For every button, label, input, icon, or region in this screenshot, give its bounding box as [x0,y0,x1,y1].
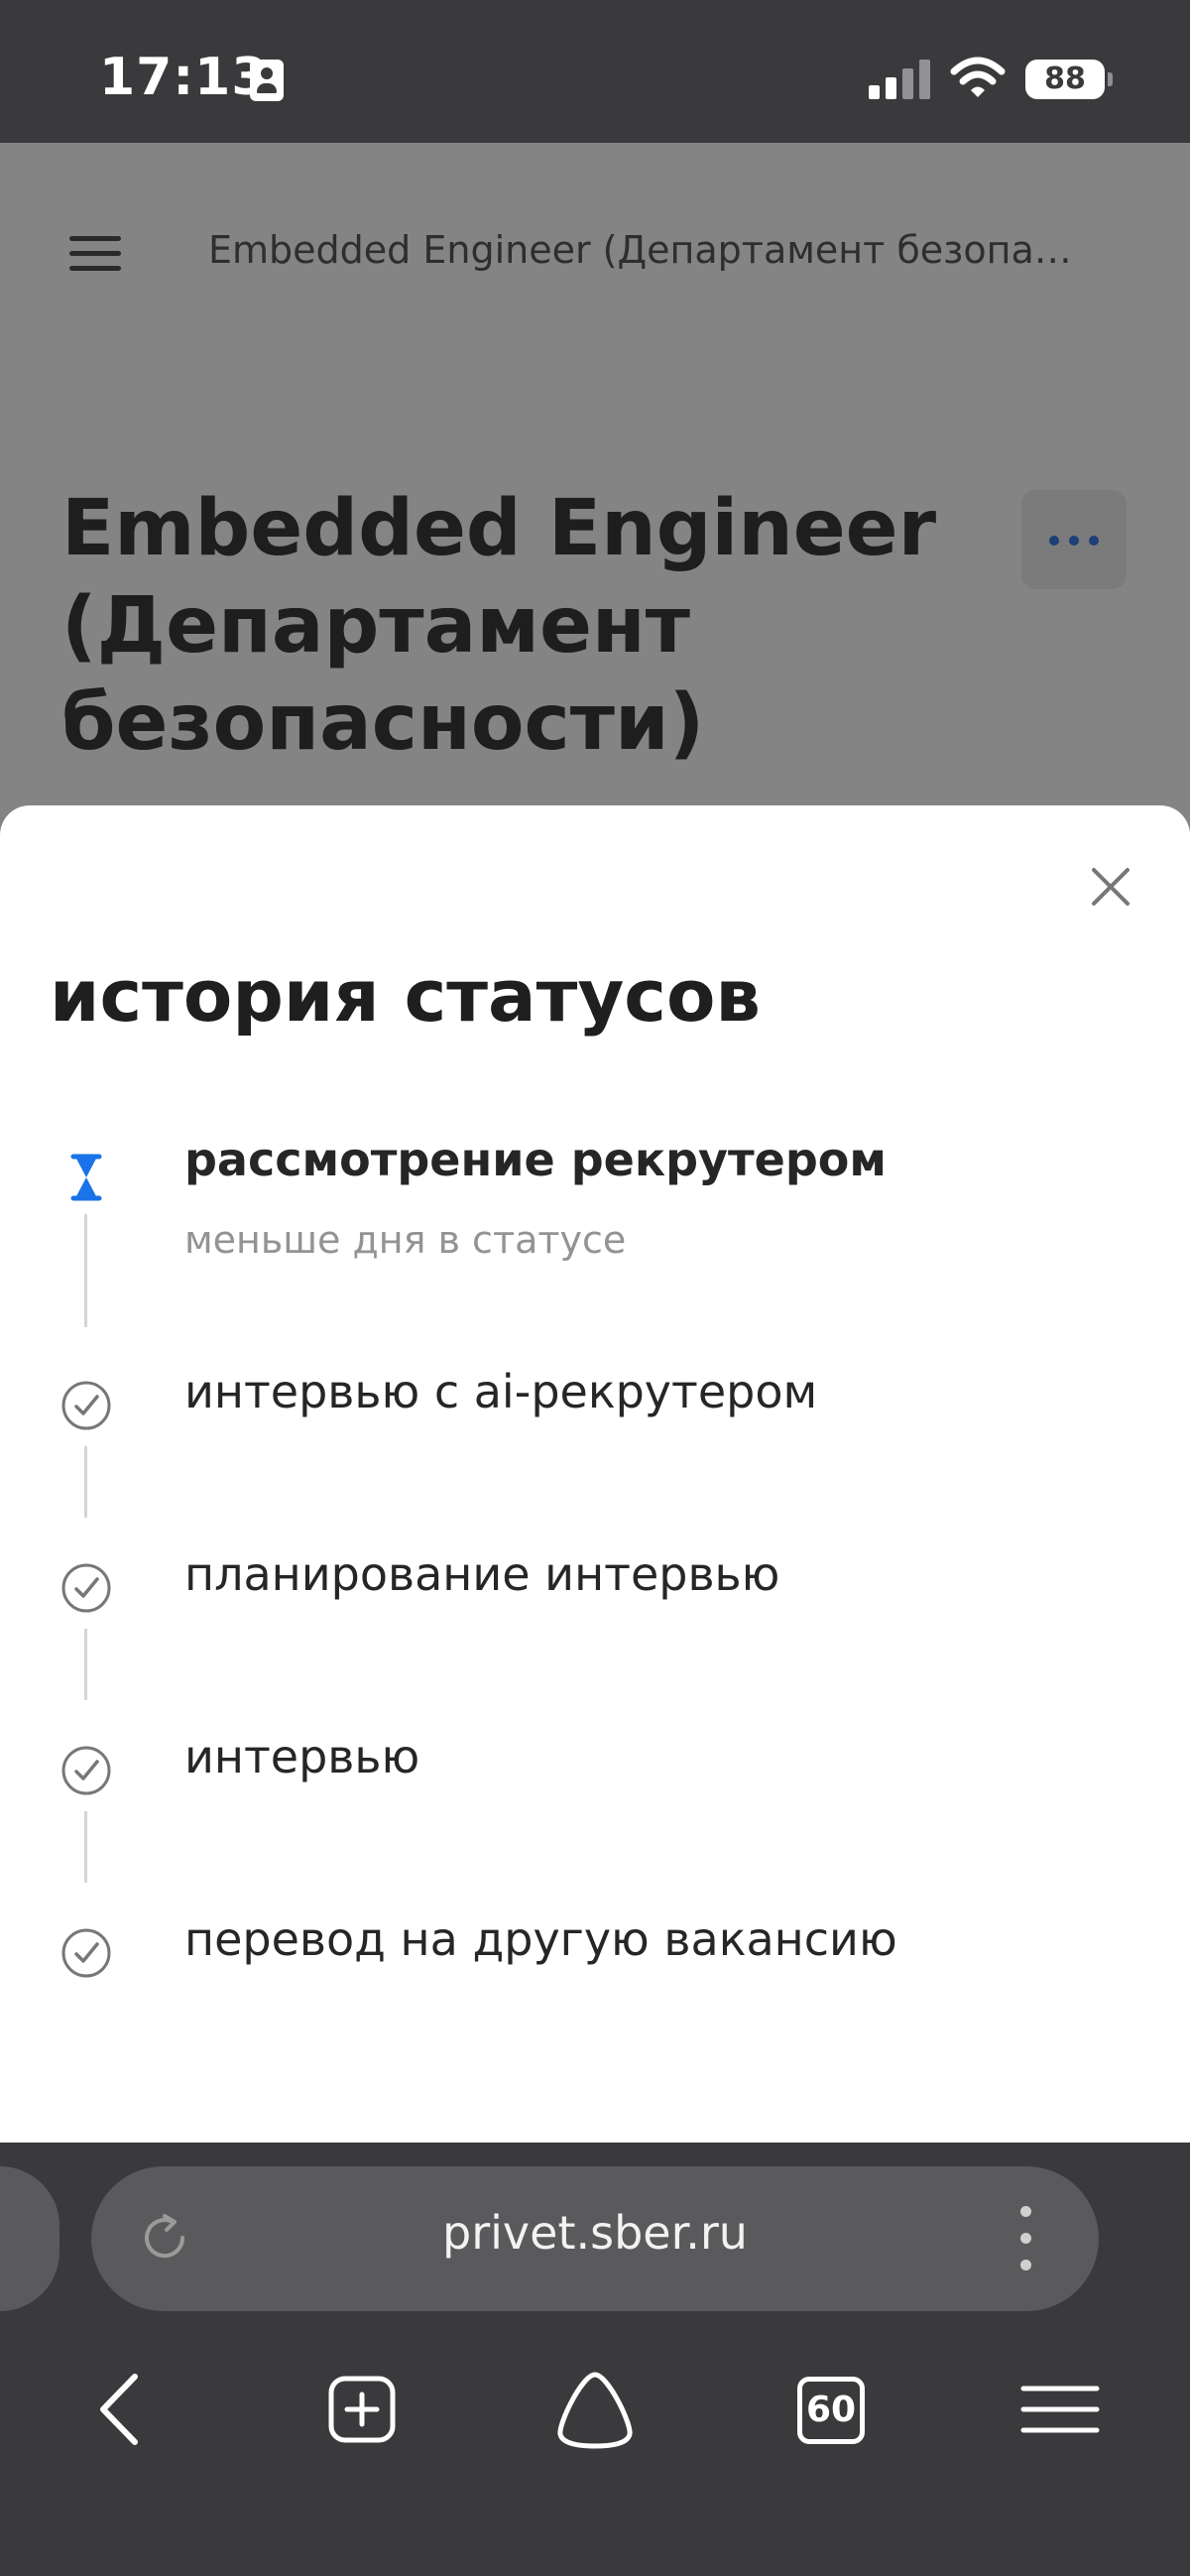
hamburger-menu-icon[interactable] [69,232,125,276]
more-horizontal-icon [1069,536,1079,546]
timeline-connector [84,1446,87,1518]
cellular-signal-icon [869,58,930,99]
check-circle-icon [61,1381,111,1430]
contact-card-icon [250,60,284,101]
new-tab-icon[interactable] [317,2365,407,2454]
kebab-menu-icon[interactable] [1015,2204,1035,2273]
timeline-connector [84,1811,87,1883]
status-label: рассмотрение рекрутером [184,1133,887,1186]
check-circle-icon [61,1928,111,1978]
address-bar[interactable]: privet.sber.ru [91,2166,1099,2311]
check-circle-icon [61,1746,111,1795]
back-icon[interactable] [79,2365,169,2454]
wifi-icon [950,57,1006,97]
menu-icon[interactable] [1015,2365,1105,2454]
status-bar: 17:13 88 [0,0,1190,143]
page-title-line: Embedded Engineer [61,484,937,573]
battery-icon: 88 [1025,60,1113,99]
status-label: перевод на другую вакансию [184,1912,897,1966]
header-title: Embedded Engineer (Департамент безопа… [208,228,1072,272]
check-circle-icon [61,1563,111,1613]
close-icon[interactable] [1081,857,1140,917]
url-text: privet.sber.ru [442,2206,748,2260]
previous-tab-pill[interactable] [0,2166,60,2311]
tabs-icon[interactable]: 60 [787,2365,877,2454]
hourglass-icon [70,1154,102,1201]
status-time: 17:13 [99,48,269,107]
page-title-line: (Департамент [61,581,690,671]
timeline-connector [84,1214,87,1327]
more-options-button[interactable] [1021,490,1127,589]
status-label: планирование интервью [184,1547,780,1601]
home-icon[interactable] [550,2365,640,2454]
status-history-sheet: история статусов рассмотрение рекрутером… [0,805,1190,2143]
page-title: Embedded Engineer (Департамент безопасно… [61,480,954,772]
tabs-count: 60 [797,2377,865,2444]
browser-toolbar: privet.sber.ru 60 [0,2143,1190,2576]
vacancy-page: Embedded Engineer (Департамент безопа… E… [0,143,1190,837]
more-horizontal-icon [1089,536,1099,546]
status-label: интервью [184,1730,420,1783]
more-horizontal-icon [1049,536,1059,546]
status-label: интервью с ai-рекрутером [184,1365,818,1418]
timeline-connector [84,1629,87,1700]
sheet-title: история статусов [50,954,761,1038]
status-duration: меньше дня в статусе [184,1218,627,1262]
page-title-line: безопасности) [61,678,705,768]
